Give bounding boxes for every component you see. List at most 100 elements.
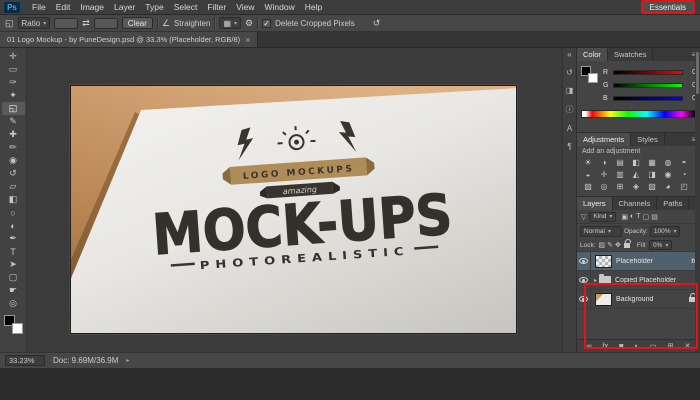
fill-dropdown[interactable]: 0% <box>649 240 672 250</box>
tab-layers[interactable]: Layers <box>577 197 613 210</box>
layer-visibility-toggle[interactable] <box>577 271 591 289</box>
path-selection-tool[interactable]: ➤ <box>2 258 25 271</box>
link-layers-icon[interactable]: ∞ <box>586 343 593 350</box>
layer-row-placeholder[interactable]: Placeholderfx <box>577 252 700 271</box>
properties-panel-icon[interactable]: ◨ <box>564 86 576 95</box>
tab-paths[interactable]: Paths <box>657 197 689 210</box>
info-panel-icon[interactable]: ⓘ <box>564 104 576 115</box>
reset-crop-icon[interactable]: ↺ <box>373 18 381 29</box>
adjustment-icon-8[interactable]: ◒ <box>580 168 596 180</box>
clear-button[interactable]: Clear <box>122 17 153 29</box>
straighten-label[interactable]: Straighten <box>174 19 210 28</box>
tab-color[interactable]: Color <box>577 48 608 61</box>
clone-stamp-tool[interactable]: ◉ <box>2 154 25 167</box>
straighten-icon[interactable]: ∠ <box>162 18 170 29</box>
blur-tool[interactable]: ○ <box>2 206 25 219</box>
history-panel-icon[interactable]: ↺ <box>564 68 576 77</box>
layer-row-background[interactable]: Background <box>577 290 700 309</box>
adjustment-icon-20[interactable]: ◕ <box>660 180 676 192</box>
healing-brush-tool[interactable]: ✚ <box>2 128 25 141</box>
gradient-tool[interactable]: ◧ <box>2 193 25 206</box>
menu-edit[interactable]: Edit <box>51 0 76 15</box>
channel-slider[interactable] <box>613 83 683 88</box>
adjustment-icon-17[interactable]: ⊞ <box>612 180 628 192</box>
background-color-swatch[interactable] <box>12 323 23 334</box>
workspace-switcher-button[interactable]: Essentials <box>641 0 695 14</box>
marquee-tool[interactable]: ▭ <box>2 63 25 76</box>
quick-selection-tool[interactable]: ✦ <box>2 89 25 102</box>
adjustment-icon-2[interactable]: ◑ <box>596 156 612 168</box>
brush-tool[interactable]: ✏ <box>2 141 25 154</box>
adjustment-icon-4[interactable]: ◧ <box>628 156 644 168</box>
tab-adjustments[interactable]: Adjustments <box>577 133 631 146</box>
scrollbar-thumb[interactable] <box>696 52 699 94</box>
adjustment-icon-1[interactable]: ☀ <box>580 156 596 168</box>
new-adjustment-icon[interactable]: ◐ <box>634 343 640 350</box>
zoom-level-field[interactable]: 33.23% <box>5 355 45 366</box>
eyedropper-tool[interactable]: ✎ <box>2 115 25 128</box>
menu-file[interactable]: File <box>27 0 51 15</box>
adjustment-icon-16[interactable]: ◎ <box>596 180 612 192</box>
layer-visibility-toggle[interactable] <box>577 290 591 308</box>
tab-channels[interactable]: Channels <box>613 197 658 210</box>
overlay-options-dropdown[interactable]: ▦ <box>219 17 241 29</box>
adjustment-icon-15[interactable]: ▧ <box>580 180 596 192</box>
adjustment-icon-3[interactable]: ▤ <box>612 156 628 168</box>
layer-style-icon[interactable]: fx <box>602 343 609 350</box>
menu-filter[interactable]: Filter <box>202 0 231 15</box>
filter-pixel-layers-icon[interactable]: ▣ <box>620 213 629 221</box>
history-brush-tool[interactable]: ↺ <box>2 167 25 180</box>
menu-type[interactable]: Type <box>140 0 168 15</box>
color-panel-swatches[interactable] <box>581 66 598 83</box>
adjustment-icon-6[interactable]: ◍ <box>660 156 676 168</box>
kind-dropdown[interactable]: Kind <box>589 212 616 222</box>
status-flyout-icon[interactable]: ▸ <box>126 357 129 364</box>
adjustment-icon-12[interactable]: ◨ <box>644 168 660 180</box>
shape-tool[interactable]: ▢ <box>2 271 25 284</box>
adjustment-icon-10[interactable]: ▥ <box>612 168 628 180</box>
adjustment-icon-18[interactable]: ◈ <box>628 180 644 192</box>
crop-height-field[interactable] <box>94 18 118 29</box>
adjustment-icon-14[interactable]: ◔ <box>676 168 692 180</box>
type-tool[interactable]: T <box>2 245 25 258</box>
menu-window[interactable]: Window <box>259 0 299 15</box>
background-color-chip[interactable] <box>588 73 598 83</box>
swap-dimensions-icon[interactable]: ⇄ <box>82 18 90 29</box>
channel-slider[interactable] <box>613 96 683 101</box>
filter-smart-objects-icon[interactable]: ▤ <box>650 213 659 221</box>
adjustment-icon-19[interactable]: ▨ <box>644 180 660 192</box>
adjustment-icon-9[interactable]: ✛ <box>596 168 612 180</box>
layer-row-copied-placeholder[interactable]: ▸Copied Placeholder <box>577 271 700 290</box>
canvas-pasteboard[interactable]: LOGO MOCKUPS amazing MOCK-UPS PHOTOREALI… <box>27 48 562 352</box>
layer-visibility-toggle[interactable] <box>577 252 591 270</box>
layer-thumbnail[interactable] <box>595 255 612 268</box>
character-panel-icon[interactable]: A <box>564 124 576 133</box>
eraser-tool[interactable]: ▱ <box>2 180 25 193</box>
tab-swatches[interactable]: Swatches <box>608 48 654 61</box>
channel-slider[interactable] <box>613 70 683 75</box>
close-tab-icon[interactable]: × <box>245 35 250 45</box>
menu-view[interactable]: View <box>231 0 259 15</box>
hand-tool[interactable]: ☛ <box>2 284 25 297</box>
opacity-dropdown[interactable]: 100% <box>650 226 681 237</box>
pen-tool[interactable]: ✒ <box>2 232 25 245</box>
panels-scrollbar[interactable] <box>695 48 700 352</box>
lasso-tool[interactable]: ✑ <box>2 76 25 89</box>
lock-all-icon[interactable] <box>624 243 630 248</box>
menu-help[interactable]: Help <box>300 0 327 15</box>
zoom-tool[interactable]: ◎ <box>2 297 25 310</box>
new-layer-icon[interactable]: ⊞ <box>667 342 675 350</box>
dodge-tool[interactable]: ◐ <box>2 219 25 232</box>
delete-layer-icon[interactable]: ✕ <box>684 342 692 350</box>
tab-styles[interactable]: Styles <box>631 133 664 146</box>
adjustment-icon-7[interactable]: ◓ <box>676 156 692 168</box>
color-swatch-control[interactable] <box>4 315 23 334</box>
menu-layer[interactable]: Layer <box>109 0 140 15</box>
lock-pixels-icon[interactable]: ✎ <box>606 241 614 249</box>
layer-thumbnail[interactable] <box>595 293 612 306</box>
color-spectrum-ramp[interactable] <box>581 110 696 118</box>
menu-select[interactable]: Select <box>169 0 203 15</box>
lock-transparency-icon[interactable]: ▨ <box>598 241 607 249</box>
lock-position-icon[interactable]: ✥ <box>614 241 622 249</box>
menu-image[interactable]: Image <box>75 0 109 15</box>
